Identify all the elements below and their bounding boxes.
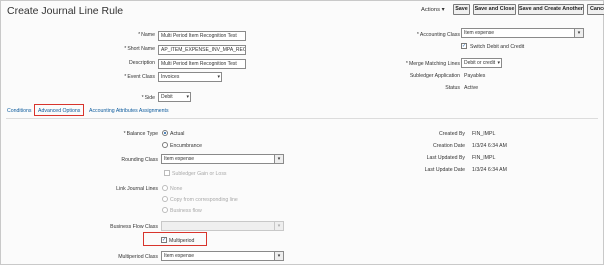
merge-matching-lines-select[interactable]: Debit or credit ▾ xyxy=(461,58,502,68)
balance-type-encumbrance-label: Encumbrance xyxy=(170,143,203,149)
tab-divider xyxy=(6,118,598,119)
switch-debit-credit-label: Switch Debit and Credit xyxy=(470,44,525,50)
name-field[interactable]: Multi Period Item Recognition Test xyxy=(158,31,246,41)
page-title: Create Journal Line Rule xyxy=(7,5,124,17)
save-and-close-button[interactable]: Save and Close xyxy=(473,4,516,15)
multiperiod-class-field[interactable]: Item expense xyxy=(161,251,275,261)
subledger-application-value: Payables xyxy=(464,73,486,79)
short-name-field[interactable]: AP_ITEM_EXPENSE_INV_MPA_REC... xyxy=(158,45,246,55)
rounding-class-dropdown-button[interactable]: ▾ xyxy=(274,154,284,164)
last-update-date-label: Last Update Date xyxy=(424,167,465,173)
multiperiod-class-label: Multiperiod Class xyxy=(118,254,158,260)
creation-date-value: 1/3/24 6:34 AM xyxy=(472,143,507,149)
link-business-flow-label: Business flow xyxy=(170,208,202,214)
chevron-down-icon: ▾ xyxy=(186,94,189,100)
tab-accounting-attributes-assignments[interactable]: Accounting Attributes Assignments xyxy=(89,108,169,114)
chevron-down-icon: ▾ xyxy=(577,30,581,36)
chevron-down-icon: ▾ xyxy=(217,74,220,80)
subledger-gain-loss-label: Subledger Gain or Loss xyxy=(172,171,227,177)
save-button[interactable]: Save xyxy=(453,4,470,15)
checkmark-icon: ✓ xyxy=(462,43,467,49)
business-flow-class-label: Business Flow Class xyxy=(110,224,158,230)
cancel-button[interactable]: Cancel xyxy=(587,4,604,15)
subledger-gain-loss-checkbox[interactable] xyxy=(164,170,170,176)
event-class-label: *Event Class xyxy=(124,74,155,80)
multiperiod-class-dropdown-button[interactable]: ▾ xyxy=(274,251,284,261)
rounding-class-label: Rounding Class xyxy=(121,157,158,163)
tab-conditions[interactable]: Conditions xyxy=(7,108,32,114)
accounting-class-field[interactable]: Item expense xyxy=(461,28,575,38)
name-label: *Name xyxy=(138,32,155,38)
business-flow-class-field[interactable] xyxy=(161,221,275,231)
link-none-radio[interactable] xyxy=(162,185,168,191)
status-label: Status xyxy=(445,85,460,91)
side-select[interactable]: Debit ▾ xyxy=(158,92,191,102)
last-update-date-value: 1/3/24 6:34 AM xyxy=(472,167,507,173)
balance-type-actual-radio[interactable] xyxy=(162,130,168,136)
merge-matching-lines-label: *Merge Matching Lines xyxy=(405,61,460,67)
link-none-label: None xyxy=(170,186,183,192)
last-updated-by-value: FIN_IMPL xyxy=(472,155,496,161)
creation-date-label: Creation Date xyxy=(432,143,465,149)
multiperiod-highlight xyxy=(143,232,207,246)
created-by-label: Created By xyxy=(439,131,465,137)
link-copy-radio[interactable] xyxy=(162,196,168,202)
balance-type-encumbrance-radio[interactable] xyxy=(162,142,168,148)
accounting-class-label: *Accounting Class xyxy=(416,32,460,38)
chevron-down-icon: ▾ xyxy=(277,156,281,162)
switch-debit-credit-checkbox[interactable]: ✓ xyxy=(461,43,467,49)
rounding-class-field[interactable]: Item expense xyxy=(161,154,275,164)
balance-type-label: *Balance Type xyxy=(123,131,158,137)
description-label: Description xyxy=(129,60,155,66)
advanced-options-highlight xyxy=(34,104,84,116)
description-field[interactable]: Multi Period Item Recognition Test xyxy=(158,59,246,69)
status-value: Active xyxy=(464,85,479,91)
accounting-class-dropdown-button[interactable]: ▾ xyxy=(574,28,584,38)
window-frame xyxy=(0,0,604,265)
chevron-down-icon: ▾ xyxy=(277,223,281,229)
event-class-select[interactable]: Invoices ▾ xyxy=(158,72,222,82)
actions-menu[interactable]: Actions ▾ xyxy=(421,7,445,13)
chevron-down-icon: ▾ xyxy=(497,60,500,66)
link-journal-lines-label: Link Journal Lines xyxy=(116,186,158,192)
link-copy-label: Copy from corresponding line xyxy=(170,197,238,203)
last-updated-by-label: Last Updated By xyxy=(426,155,465,161)
subledger-application-label: Subledger Application xyxy=(409,73,460,79)
created-by-value: FIN_IMPL xyxy=(472,131,496,137)
chevron-down-icon: ▾ xyxy=(277,253,281,259)
short-name-label: *Short Name xyxy=(124,46,155,52)
business-flow-class-dropdown-button[interactable]: ▾ xyxy=(274,221,284,231)
balance-type-actual-label: Actual xyxy=(170,131,185,137)
save-and-create-another-button[interactable]: Save and Create Another xyxy=(518,4,584,15)
side-label: *Side xyxy=(141,95,155,101)
link-business-flow-radio[interactable] xyxy=(162,207,168,213)
